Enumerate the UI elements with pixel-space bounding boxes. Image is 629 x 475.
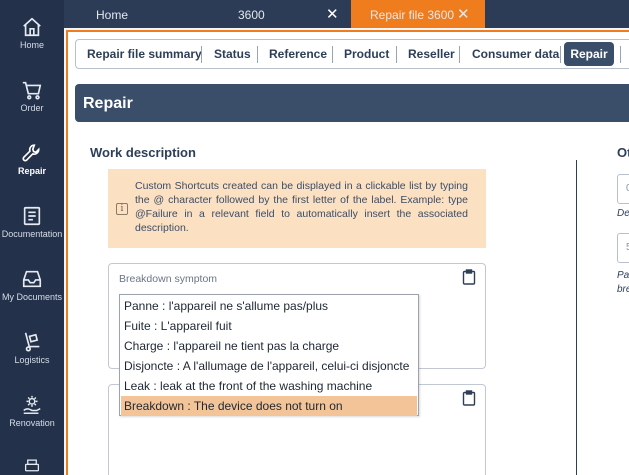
right-field-1-caption: De: [617, 208, 629, 219]
right-field-1[interactable]: 0: [617, 174, 629, 204]
tab-label: Repair file 3600: [370, 8, 455, 22]
separator: [257, 46, 258, 63]
sidebar-item-documentation[interactable]: Documentation: [0, 193, 64, 253]
dropdown-item-selected[interactable]: Breakdown : The device does not turn on: [121, 396, 417, 416]
tab-bar: Home 3600 ✕ Repair file 3600 ✕: [64, 0, 629, 28]
column-divider: [576, 160, 577, 475]
home-icon: [23, 17, 41, 37]
sidebar-item-renovation[interactable]: Renovation: [0, 382, 64, 442]
separator: [560, 46, 561, 63]
wrench-icon: [22, 144, 40, 162]
tab-home[interactable]: Home: [96, 0, 128, 28]
subtab-consumer-data[interactable]: Consumer data: [472, 40, 559, 68]
clipboard-icon[interactable]: [462, 269, 476, 285]
gear-hand-icon: [23, 395, 41, 414]
document-icon: [23, 206, 41, 226]
clipboard-icon[interactable]: [462, 390, 476, 406]
separator: [396, 46, 397, 63]
work-description-title: Work description: [90, 145, 196, 160]
sidebar-item-label: Documentation: [1, 229, 63, 239]
info-icon: i: [116, 203, 128, 215]
tab-3600[interactable]: 3600: [238, 0, 265, 28]
sidebar-item-label: Order: [20, 103, 44, 113]
section-title: Repair: [83, 95, 133, 112]
cart-icon: [22, 81, 42, 100]
sidebar-item-label: Home: [19, 40, 44, 50]
hand-truck-icon: [24, 332, 40, 352]
separator: [332, 46, 333, 63]
sidebar-item-logistics[interactable]: Logistics: [0, 319, 64, 379]
dropdown-item[interactable]: Charge : l'appareil ne tient pas la char…: [121, 336, 417, 356]
dropdown-item[interactable]: Disjoncte : A l'allumage de l'appareil, …: [121, 356, 417, 376]
right-field-2[interactable]: 5: [617, 233, 629, 263]
subtab-bar: Repair file summary Status Reference Pro…: [75, 39, 629, 69]
sidebar-item-label: Logistics: [14, 355, 50, 365]
other-section-title: Ot: [617, 145, 629, 160]
sidebar-item-label: My Documents: [1, 292, 63, 302]
app-window: Home Order Repair Documentation My Docum…: [0, 0, 629, 475]
right-field-2-caption: Pa: [617, 270, 629, 281]
close-icon[interactable]: ✕: [457, 0, 470, 30]
shortcut-dropdown: Panne : l'appareil ne s'allume pas/plus …: [119, 294, 419, 416]
sidebar-item-repair[interactable]: Repair: [0, 130, 64, 190]
section-header: Repair: [75, 84, 629, 122]
separator: [459, 46, 460, 63]
printer-icon: [24, 459, 40, 472]
inbox-icon: [22, 270, 42, 288]
sidebar-item-order[interactable]: Order: [0, 67, 64, 127]
tab-repair-file[interactable]: Repair file 3600 ✕: [351, 0, 485, 28]
info-text: Custom Shortcuts created can be displaye…: [135, 180, 468, 234]
sidebar-item-home[interactable]: Home: [0, 4, 64, 64]
separator: [201, 46, 202, 63]
subtab-repair[interactable]: Repair: [564, 42, 614, 66]
sidebar-item-label: Repair: [17, 166, 46, 176]
sidebar-item-more[interactable]: [0, 446, 64, 475]
subtab-product[interactable]: Product: [344, 40, 389, 68]
breakdown-symptom-label: Breakdown symptom: [119, 273, 218, 285]
dropdown-item[interactable]: Fuite : L'appareil fuit: [121, 316, 417, 336]
right-field-2-caption: bre: [617, 284, 629, 295]
sidebar-item-my-documents[interactable]: My Documents: [0, 256, 64, 316]
subtab-status[interactable]: Status: [214, 40, 251, 68]
dropdown-item[interactable]: Panne : l'appareil ne s'allume pas/plus: [121, 296, 417, 316]
subtab-reseller[interactable]: Reseller: [408, 40, 455, 68]
dropdown-item[interactable]: Leak : leak at the front of the washing …: [121, 376, 417, 396]
subtab-repair-file-summary[interactable]: Repair file summary: [87, 40, 202, 68]
close-icon[interactable]: ✕: [326, 0, 339, 28]
subtab-reference[interactable]: Reference: [269, 40, 327, 68]
separator: [620, 46, 621, 63]
sidebar: Home Order Repair Documentation My Docum…: [0, 0, 64, 475]
sidebar-item-label: Renovation: [9, 418, 55, 428]
